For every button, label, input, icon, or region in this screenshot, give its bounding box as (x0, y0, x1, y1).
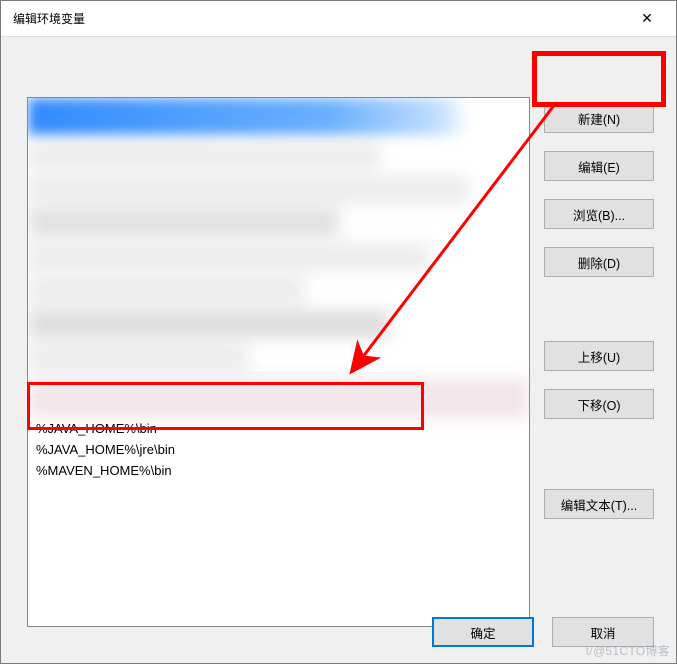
move-up-button[interactable]: 上移(U) (544, 341, 654, 371)
dialog-content: %JAVA_HOME%\bin %JAVA_HOME%\jre\bin %MAV… (1, 37, 676, 663)
close-button[interactable]: ✕ (626, 4, 668, 34)
list-item[interactable]: %MAVEN_HOME%\bin (28, 460, 529, 481)
side-button-column: 新建(N) 编辑(E) 浏览(B)... 删除(D) 上移(U) 下移(O) 编… (544, 103, 654, 519)
browse-button[interactable]: 浏览(B)... (544, 199, 654, 229)
edit-button[interactable]: 编辑(E) (544, 151, 654, 181)
delete-button[interactable]: 删除(D) (544, 247, 654, 277)
dialog-title: 编辑环境变量 (13, 10, 85, 27)
list-items: %JAVA_HOME%\bin %JAVA_HOME%\jre\bin %MAV… (28, 418, 529, 481)
env-edit-dialog: 编辑环境变量 ✕ %JAVA_HOME%\bin %JAVA_HOME%\jre… (0, 0, 677, 664)
dialog-footer-buttons: 确定 取消 (432, 617, 654, 647)
close-icon: ✕ (641, 10, 653, 27)
list-item[interactable]: %JAVA_HOME%\jre\bin (28, 439, 529, 460)
cancel-button[interactable]: 取消 (552, 617, 654, 647)
blurred-entries (28, 98, 529, 416)
list-item[interactable]: %JAVA_HOME%\bin (28, 418, 529, 439)
move-down-button[interactable]: 下移(O) (544, 389, 654, 419)
edit-text-button[interactable]: 编辑文本(T)... (544, 489, 654, 519)
new-button[interactable]: 新建(N) (544, 103, 654, 133)
ok-button[interactable]: 确定 (432, 617, 534, 647)
titlebar: 编辑环境变量 ✕ (1, 1, 676, 37)
path-listbox[interactable]: %JAVA_HOME%\bin %JAVA_HOME%\jre\bin %MAV… (27, 97, 530, 627)
